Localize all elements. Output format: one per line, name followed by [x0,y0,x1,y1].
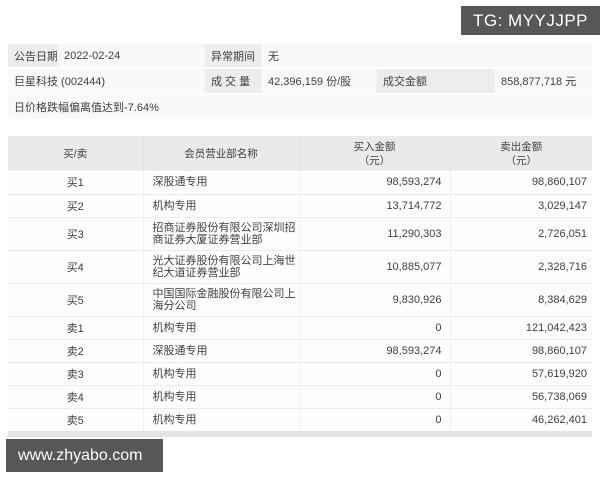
col-header-buy-amount: 买入金额 （元） [299,136,451,171]
table-row: 卖2 深股通专用 98,593,274 98,860,107 [8,339,592,363]
dept-cell: 机构专用 [143,194,300,218]
sell-amount-cell: 3,029,147 [450,194,592,218]
table-row: 买5 中国国际金融股份有限公司上海分公司 9,830,926 8,384,629 [8,283,592,317]
volume-label: 成 交 量 [205,69,262,93]
price-deviation-note: 日价格跌幅偏离值达到-7.64% [8,95,592,118]
abnormal-period-label: 异常期间 [205,44,262,67]
announce-date-value: 2022-02-24 [58,44,205,67]
side-cell: 卖3 [8,362,144,386]
side-cell: 卖5 [8,408,144,432]
dept-cell: 机构专用 [143,408,300,432]
sell-amount-cell: 2,726,051 [450,217,592,251]
buy-amount-cell: 10,885,077 [299,250,451,284]
sell-amount-cell: 46,262,401 [450,408,592,432]
side-cell: 买2 [8,194,144,218]
announce-date-label: 公告日期 [8,44,58,67]
side-cell: 买4 [8,250,144,284]
table-row: 买1 深股通专用 98,593,274 98,860,107 [8,171,592,195]
buy-amount-cell: 0 [299,362,451,386]
dept-cell: 招商证券股份有限公司深圳招商证券大厦证券营业部 [143,217,300,251]
col-header-buy-sell: 买/卖 [8,136,144,171]
buy-amount-cell: 0 [299,316,451,340]
sell-amount-cell: 98,860,107 [450,171,592,195]
buy-amount-unit: （元） [358,154,391,167]
col-header-dept: 会员营业部名称 [143,136,300,171]
dept-cell: 光大证券股份有限公司上海世纪大道证券营业部 [143,250,300,284]
buy-amount-cell: 0 [299,385,451,409]
site-watermark-badge: www.zhyabo.com [6,439,163,472]
dept-cell: 中国国际金融股份有限公司上海分公司 [143,283,300,317]
table-row: 卖3 机构专用 0 57,619,920 [8,362,592,386]
buy-amount-cell: 0 [299,408,451,432]
sell-amount-unit: （元） [505,154,538,167]
side-cell: 买1 [8,171,144,195]
table-row: 买4 光大证券股份有限公司上海世纪大道证券营业部 10,885,077 2,32… [8,250,592,284]
volume-value: 42,396,159 份/股 [262,69,377,93]
dept-cell: 深股通专用 [143,171,300,195]
stock-name: 巨星科技 (002444) [8,69,205,93]
info-row-stock: 巨星科技 (002444) 成 交 量 42,396,159 份/股 成交金额 … [8,69,592,95]
sell-amount-cell: 98,860,107 [450,339,592,363]
buy-amount-title: 买入金额 [353,140,396,153]
col-header-sell-amount: 卖出金额 （元） [450,136,592,171]
abnormal-period-value: 无 [262,44,592,67]
sell-amount-cell: 57,619,920 [450,362,592,386]
sell-amount-title: 卖出金额 [500,140,543,153]
buy-amount-cell: 9,830,926 [299,283,451,317]
table-row: 卖4 机构专用 0 56,738,069 [8,385,592,409]
lhb-table-body: 买1 深股通专用 98,593,274 98,860,107 买2 机构专用 1… [8,171,592,432]
side-cell: 买5 [8,283,144,317]
lhb-table: 买/卖 会员营业部名称 买入金额 （元） 卖出金额 （元） 买1 深股通专用 9… [8,136,592,432]
info-row-note: 日价格跌幅偏离值达到-7.64% [8,95,592,120]
table-row: 买3 招商证券股份有限公司深圳招商证券大厦证券营业部 11,290,303 2,… [8,217,592,251]
table-row: 卖5 机构专用 0 46,262,401 [8,408,592,432]
buy-amount-cell: 98,593,274 [299,339,451,363]
buy-amount-cell: 98,593,274 [299,171,451,195]
dept-cell: 深股通专用 [143,339,300,363]
table-row: 卖1 机构专用 0 121,042,423 [8,316,592,340]
buy-amount-cell: 13,714,772 [299,194,451,218]
side-cell: 买3 [8,217,144,251]
side-cell: 卖2 [8,339,144,363]
sell-amount-cell: 8,384,629 [450,283,592,317]
sell-amount-cell: 121,042,423 [450,316,592,340]
turnover-value: 858,877,718 元 [495,69,592,93]
lhb-table-header: 买/卖 会员营业部名称 买入金额 （元） 卖出金额 （元） [8,136,592,171]
turnover-label: 成交金额 [377,69,495,93]
sell-amount-cell: 56,738,069 [450,385,592,409]
table-bottom-strip [8,431,592,437]
dept-cell: 机构专用 [143,385,300,409]
info-panel: 公告日期 2022-02-24 异常期间 无 巨星科技 (002444) 成 交… [8,44,592,120]
info-row-announcement: 公告日期 2022-02-24 异常期间 无 [8,44,592,69]
table-row: 买2 机构专用 13,714,772 3,029,147 [8,194,592,218]
side-cell: 卖1 [8,316,144,340]
tg-watermark-badge: TG: MYYJJPP [461,6,600,35]
sell-amount-cell: 2,328,716 [450,250,592,284]
dept-cell: 机构专用 [143,316,300,340]
buy-amount-cell: 11,290,303 [299,217,451,251]
side-cell: 卖4 [8,385,144,409]
dept-cell: 机构专用 [143,362,300,386]
